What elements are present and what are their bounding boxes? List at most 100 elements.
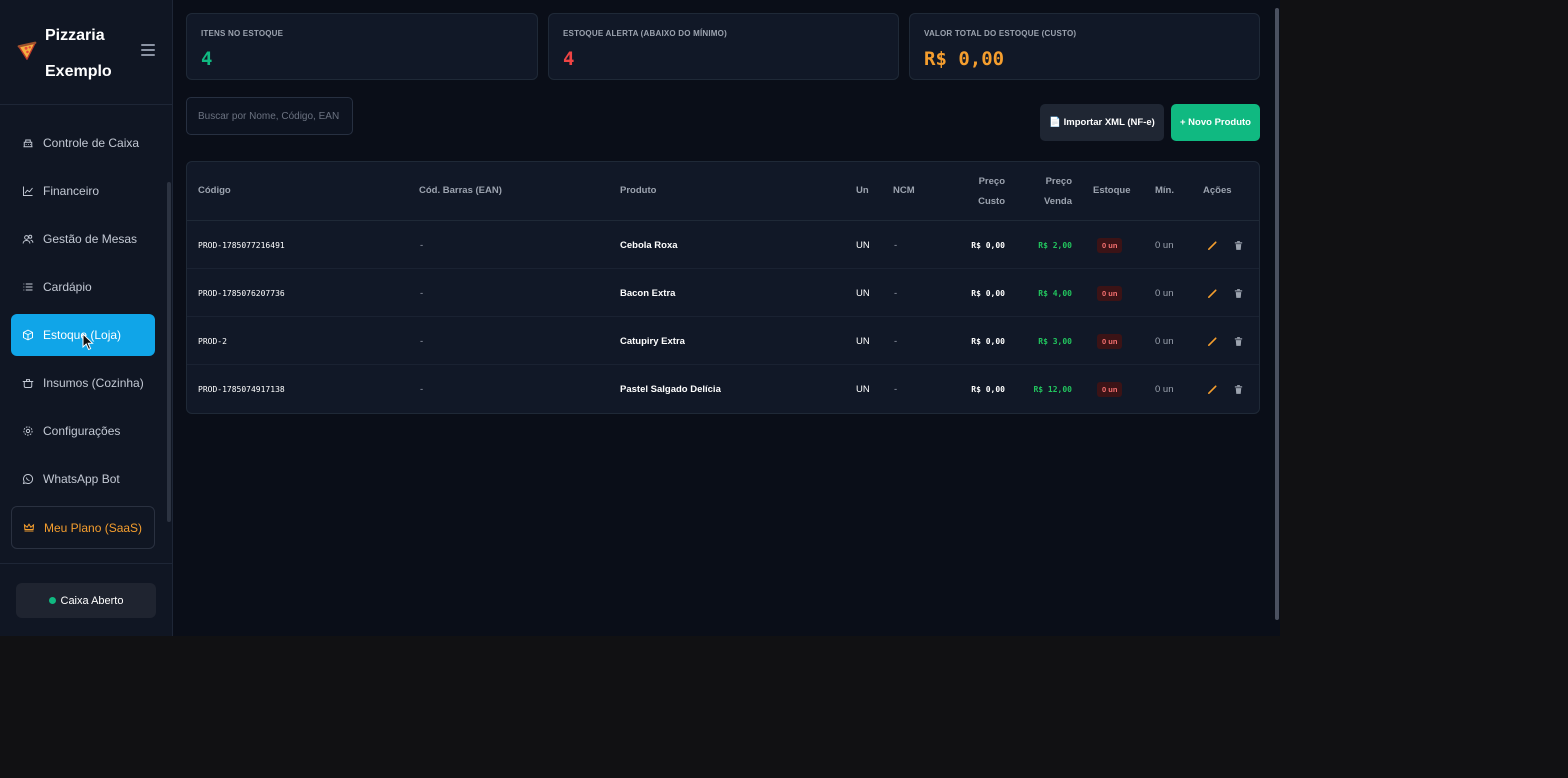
box-icon xyxy=(23,329,33,341)
edit-icon[interactable] xyxy=(1207,269,1218,317)
cell-estoque: 0 un xyxy=(1097,269,1123,317)
th-preco-venda-line1: Preço xyxy=(1045,176,1072,187)
new-product-button[interactable]: + Novo Produto xyxy=(1171,104,1260,141)
stock-alert-badge: 0 un xyxy=(1097,237,1123,253)
table-row[interactable]: PROD-1785077216491 - Cebola Roxa UN - R$… xyxy=(187,221,1259,269)
status-dot-icon xyxy=(48,597,56,604)
stat-value: 4 xyxy=(201,48,213,70)
cell-codigo: PROD-1785074917138 xyxy=(198,384,285,394)
th-preco-venda: Preço Venda xyxy=(1015,172,1072,211)
th-preco-custo: Preço Custo xyxy=(947,172,1005,211)
cell-codigo: PROD-1785076207736 xyxy=(198,288,285,298)
edit-icon[interactable] xyxy=(1207,317,1218,365)
trash-icon[interactable] xyxy=(1233,269,1244,317)
users-icon xyxy=(22,234,34,244)
sidebar-item-cardapio[interactable]: Cardápio xyxy=(11,266,155,308)
sidebar-item-label: WhatsApp Bot xyxy=(43,472,120,486)
gear-icon xyxy=(23,426,33,436)
stock-alert-badge: 0 un xyxy=(1097,333,1123,349)
th-preco-custo-line2: Custo xyxy=(978,195,1005,207)
cell-produto: Cebola Roxa xyxy=(620,239,678,251)
sidebar-item-gestao-mesas[interactable]: Gestão de Mesas xyxy=(11,218,155,260)
trash-icon[interactable] xyxy=(1233,365,1244,413)
cell-estoque: 0 un xyxy=(1097,365,1123,413)
sidebar-item-label: Controle de Caixa xyxy=(43,136,140,150)
cell-estoque: 0 un xyxy=(1097,317,1123,365)
th-ean: Cód. Barras (EAN) xyxy=(419,185,502,196)
stat-card-itens: ITENS NO ESTOQUE 4 xyxy=(186,13,538,80)
caixa-status-label: Caixa Aberto xyxy=(60,594,124,607)
sidebar-item-controle-caixa[interactable]: Controle de Caixa xyxy=(11,122,155,164)
th-acoes: Ações xyxy=(1203,185,1232,196)
sidebar-scrollbar[interactable] xyxy=(167,182,171,522)
cash-register-icon xyxy=(23,139,33,148)
cell-preco-venda: R$ 4,00 xyxy=(1038,288,1072,298)
cell-codigo: PROD-1785077216491 xyxy=(198,240,285,250)
cell-ncm: - xyxy=(894,287,898,299)
cell-ncm: - xyxy=(894,383,898,395)
products-table: Código Cód. Barras (EAN) Produto Un NCM … xyxy=(186,161,1260,414)
cell-min: 0 un xyxy=(1155,287,1174,299)
sidebar-item-label: Configurações xyxy=(43,424,121,438)
cell-ean: - xyxy=(420,239,424,251)
table-row[interactable]: PROD-1785074917138 - Pastel Salgado Delí… xyxy=(187,365,1259,413)
brand-header: Pizzaria Exemplo xyxy=(0,0,172,105)
cell-estoque: 0 un xyxy=(1097,221,1123,269)
stat-card-valor-total: VALOR TOTAL DO ESTOQUE (CUSTO) R$ 0,00 xyxy=(909,13,1260,80)
stock-alert-badge: 0 un xyxy=(1097,381,1123,397)
cell-preco-venda: R$ 12,00 xyxy=(1033,384,1072,394)
import-xml-button[interactable]: 📄 Importar XML (NF-e) xyxy=(1040,104,1164,141)
cell-min: 0 un xyxy=(1155,383,1174,395)
search-input[interactable] xyxy=(186,97,353,135)
table-header: Código Cód. Barras (EAN) Produto Un NCM … xyxy=(187,162,1259,221)
cell-un: UN xyxy=(856,335,870,347)
trash-icon[interactable] xyxy=(1233,221,1244,269)
cell-preco-custo: R$ 0,00 xyxy=(971,384,1005,394)
stat-card-alerta: ESTOQUE ALERTA (ABAIXO DO MÍNIMO) 4 xyxy=(548,13,899,80)
cell-preco-custo: R$ 0,00 xyxy=(971,336,1005,346)
th-preco-venda-line2: Venda xyxy=(1044,195,1072,207)
brand-name: Pizzaria Exemplo xyxy=(45,27,112,80)
sidebar-item-label: Meu Plano (SaaS) xyxy=(44,520,143,535)
pot-icon xyxy=(22,379,34,388)
th-ncm: NCM xyxy=(893,185,915,196)
edit-icon[interactable] xyxy=(1207,365,1218,413)
sidebar-item-label: Insumos (Cozinha) xyxy=(43,376,144,390)
sidebar-item-label: Gestão de Mesas xyxy=(43,232,138,246)
table-row[interactable]: PROD-2 - Catupiry Extra UN - R$ 0,00 R$ … xyxy=(187,317,1259,365)
cell-un: UN xyxy=(856,287,870,299)
stat-label: VALOR TOTAL DO ESTOQUE (CUSTO) xyxy=(924,29,1077,38)
cell-ean: - xyxy=(420,287,424,299)
cell-min: 0 un xyxy=(1155,335,1174,347)
cell-ean: - xyxy=(420,383,424,395)
cell-produto: Pastel Salgado Delícia xyxy=(620,383,721,395)
trash-icon[interactable] xyxy=(1233,317,1244,365)
edit-icon[interactable] xyxy=(1207,221,1218,269)
sidebar-item-meu-plano[interactable]: Meu Plano (SaaS) xyxy=(11,506,155,549)
sidebar-item-financeiro[interactable]: Financeiro xyxy=(11,170,155,212)
table-row[interactable]: PROD-1785076207736 - Bacon Extra UN - R$… xyxy=(187,269,1259,317)
main-scrollbar[interactable] xyxy=(1275,8,1279,620)
cell-un: UN xyxy=(856,239,870,251)
cell-ean: - xyxy=(420,335,424,347)
app-window: Pizzaria Exemplo Controle de Caixa Finan… xyxy=(0,0,1280,636)
sidebar-item-insumos-cozinha[interactable]: Insumos (Cozinha) xyxy=(11,362,155,404)
list-icon xyxy=(23,283,33,291)
crown-icon xyxy=(23,522,35,532)
mouse-cursor-icon xyxy=(82,333,94,351)
sidebar-item-whatsapp-bot[interactable]: WhatsApp Bot xyxy=(11,458,155,500)
cell-min: 0 un xyxy=(1155,239,1174,251)
cell-ncm: - xyxy=(894,335,898,347)
cell-preco-custo: R$ 0,00 xyxy=(971,240,1005,250)
hamburger-menu-icon[interactable] xyxy=(141,44,155,56)
th-estoque: Estoque xyxy=(1093,185,1131,196)
caixa-status-badge: Caixa Aberto xyxy=(16,583,156,618)
stock-alert-badge: 0 un xyxy=(1097,285,1123,301)
sidebar: Pizzaria Exemplo Controle de Caixa Finan… xyxy=(0,0,173,636)
sidebar-item-label: Financeiro xyxy=(43,184,100,198)
pizza-icon xyxy=(17,41,37,60)
cell-preco-venda: R$ 3,00 xyxy=(1038,336,1072,346)
stat-value: R$ 0,00 xyxy=(924,48,1005,70)
stat-label: ESTOQUE ALERTA (ABAIXO DO MÍNIMO) xyxy=(563,29,727,38)
sidebar-item-configuracoes[interactable]: Configurações xyxy=(11,410,155,452)
